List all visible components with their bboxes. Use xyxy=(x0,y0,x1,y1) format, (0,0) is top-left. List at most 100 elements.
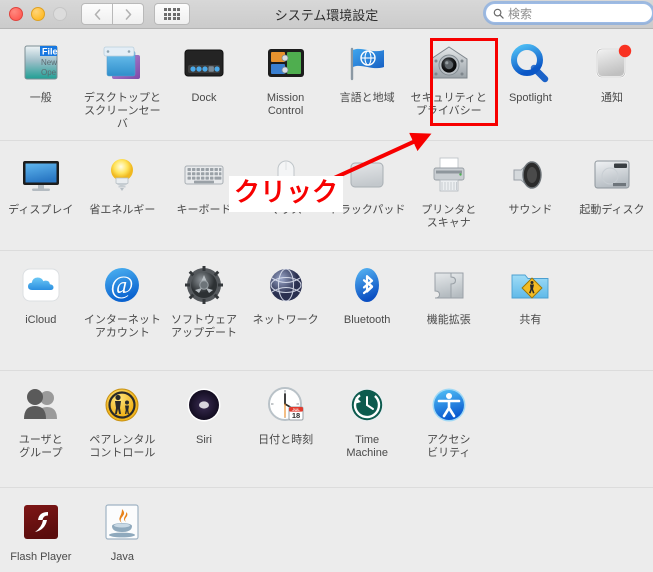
pref-label: 起動ディスク xyxy=(579,204,645,216)
pref-label: ペアレンタル コントロール xyxy=(89,434,156,459)
users-groups-icon xyxy=(17,381,65,429)
navigation-buttons xyxy=(81,3,144,25)
pref-label: ユーザと グループ xyxy=(18,434,63,459)
back-button[interactable] xyxy=(81,3,113,25)
pref-item-sound[interactable]: サウンド xyxy=(490,141,572,217)
pref-item-bluetooth[interactable]: Bluetooth xyxy=(326,251,408,327)
pref-item-network[interactable]: ネットワーク xyxy=(245,251,327,327)
pref-label: 共有 xyxy=(519,314,542,326)
svg-text:New: New xyxy=(41,58,57,67)
pref-label: アクセシ ビリティ xyxy=(427,434,471,459)
parental-controls-icon xyxy=(98,381,146,429)
pref-item-general[interactable]: File New Ope 一般 xyxy=(0,29,82,105)
minimize-button[interactable] xyxy=(31,7,45,21)
pref-label: Spotlight xyxy=(508,92,552,104)
pref-label: iCloud xyxy=(25,314,57,326)
chevron-left-icon xyxy=(94,8,100,20)
general-icon: File New Ope xyxy=(17,39,65,87)
pref-item-desktop-screensaver[interactable]: デスクトップと スクリーンセーバ xyxy=(82,29,164,131)
pref-item-accessibility[interactable]: アクセシ ビリティ xyxy=(408,371,490,460)
pref-label: セキュリティと プライバシー xyxy=(410,92,487,117)
pref-label: サウンド xyxy=(508,204,553,216)
show-all-button[interactable] xyxy=(154,3,190,25)
security-privacy-icon xyxy=(425,39,473,87)
pref-label: Siri xyxy=(196,434,212,446)
pref-item-flash-player[interactable]: Flash Player xyxy=(0,488,82,564)
annotation-click-label: クリック xyxy=(229,176,344,212)
pref-label: ネットワーク xyxy=(252,314,319,326)
window-titlebar: システム環境設定 検索 xyxy=(0,0,653,29)
pref-item-extensions[interactable]: 機能拡張 xyxy=(408,251,490,327)
language-region-icon xyxy=(343,39,391,87)
pref-item-energy-saver[interactable]: 省エネルギー xyxy=(82,141,164,217)
sharing-icon xyxy=(506,261,554,309)
dock-icon xyxy=(180,39,228,87)
pref-label: デスクトップと スクリーンセーバ xyxy=(83,92,161,130)
date-icon-day: 18 xyxy=(291,411,299,420)
energy-saver-icon xyxy=(98,151,146,199)
printers-scanners-icon xyxy=(425,151,473,199)
pref-label: Time Machine xyxy=(346,434,388,459)
siri-icon xyxy=(180,381,228,429)
svg-text:File: File xyxy=(42,47,58,57)
close-button[interactable] xyxy=(9,7,23,21)
extensions-icon xyxy=(425,261,473,309)
pref-item-printers-scanners[interactable]: プリンタと スキャナ xyxy=(408,141,490,230)
pref-item-spotlight[interactable]: Spotlight xyxy=(490,29,572,105)
search-input[interactable]: 検索 xyxy=(485,3,653,23)
pref-item-parental-controls[interactable]: ペアレンタル コントロール xyxy=(82,371,164,460)
pref-item-security-privacy[interactable]: セキュリティと プライバシー xyxy=(408,29,490,118)
zoom-button xyxy=(53,7,67,21)
internet-accounts-icon: @ xyxy=(98,261,146,309)
network-icon xyxy=(262,261,310,309)
pref-label: Dock xyxy=(191,92,217,104)
pref-item-mission-control[interactable]: Mission Control xyxy=(245,29,327,118)
pref-item-language-region[interactable]: 言語と地域 xyxy=(326,29,408,105)
pref-item-notifications[interactable]: 通知 xyxy=(571,29,653,105)
pref-item-software-update[interactable]: ソフトウェア アップデート xyxy=(163,251,245,340)
pref-label: Bluetooth xyxy=(343,314,391,326)
forward-button[interactable] xyxy=(113,3,144,25)
sound-icon xyxy=(506,151,554,199)
software-update-icon xyxy=(180,261,228,309)
pref-row-internet: iCloud @ インターネット アカウント ソフトウェア アップデート ネット… xyxy=(0,251,653,371)
pref-item-icloud[interactable]: iCloud xyxy=(0,251,82,327)
pref-label: 通知 xyxy=(600,92,623,104)
displays-icon xyxy=(17,151,65,199)
pref-item-siri[interactable]: Siri xyxy=(163,371,245,447)
pref-label: Java xyxy=(110,551,135,563)
mission-control-icon xyxy=(262,39,310,87)
pref-label: 日付と時刻 xyxy=(258,434,314,446)
pref-item-dock[interactable]: Dock xyxy=(163,29,245,105)
time-machine-icon xyxy=(343,381,391,429)
pref-item-time-machine[interactable]: Time Machine xyxy=(326,371,408,460)
grid-icon xyxy=(163,8,181,20)
pref-label: 機能拡張 xyxy=(426,314,471,326)
pref-label: 一般 xyxy=(29,92,52,104)
trackpad-icon xyxy=(343,151,391,199)
pref-row-third-party: Flash Player Java xyxy=(0,488,653,572)
pref-item-internet-accounts[interactable]: @ インターネット アカウント xyxy=(82,251,164,340)
spotlight-icon xyxy=(506,39,554,87)
pref-row-system: ユーザと グループ ペアレンタル コントロール Siri JUL 18 日付と時… xyxy=(0,371,653,488)
date-time-icon: JUL 18 xyxy=(262,381,310,429)
pref-label: インターネット アカウント xyxy=(83,314,161,339)
pref-row-personal: File New Ope 一般 デスクトップと スクリーンセーバ Dock Mi… xyxy=(0,29,653,141)
icloud-icon xyxy=(17,261,65,309)
pref-item-displays[interactable]: ディスプレイ xyxy=(0,141,82,217)
pref-item-startup-disk[interactable]: 起動ディスク xyxy=(571,141,653,217)
chevron-right-icon xyxy=(125,8,131,20)
pref-label: 言語と地域 xyxy=(339,92,395,104)
svg-text:Ope: Ope xyxy=(41,68,57,77)
pref-item-users-groups[interactable]: ユーザと グループ xyxy=(0,371,82,460)
pref-label: ソフトウェア アップデート xyxy=(170,314,237,339)
pref-label: Flash Player xyxy=(10,551,72,563)
pref-item-sharing[interactable]: 共有 xyxy=(490,251,572,327)
svg-text:@: @ xyxy=(111,272,134,299)
pref-item-java[interactable]: Java xyxy=(82,488,164,564)
pref-label: Mission Control xyxy=(266,92,305,117)
startup-disk-icon xyxy=(588,151,636,199)
preferences-grid: File New Ope 一般 デスクトップと スクリーンセーバ Dock Mi… xyxy=(0,29,653,572)
pref-item-date-time[interactable]: JUL 18 日付と時刻 xyxy=(245,371,327,447)
notifications-icon xyxy=(588,39,636,87)
